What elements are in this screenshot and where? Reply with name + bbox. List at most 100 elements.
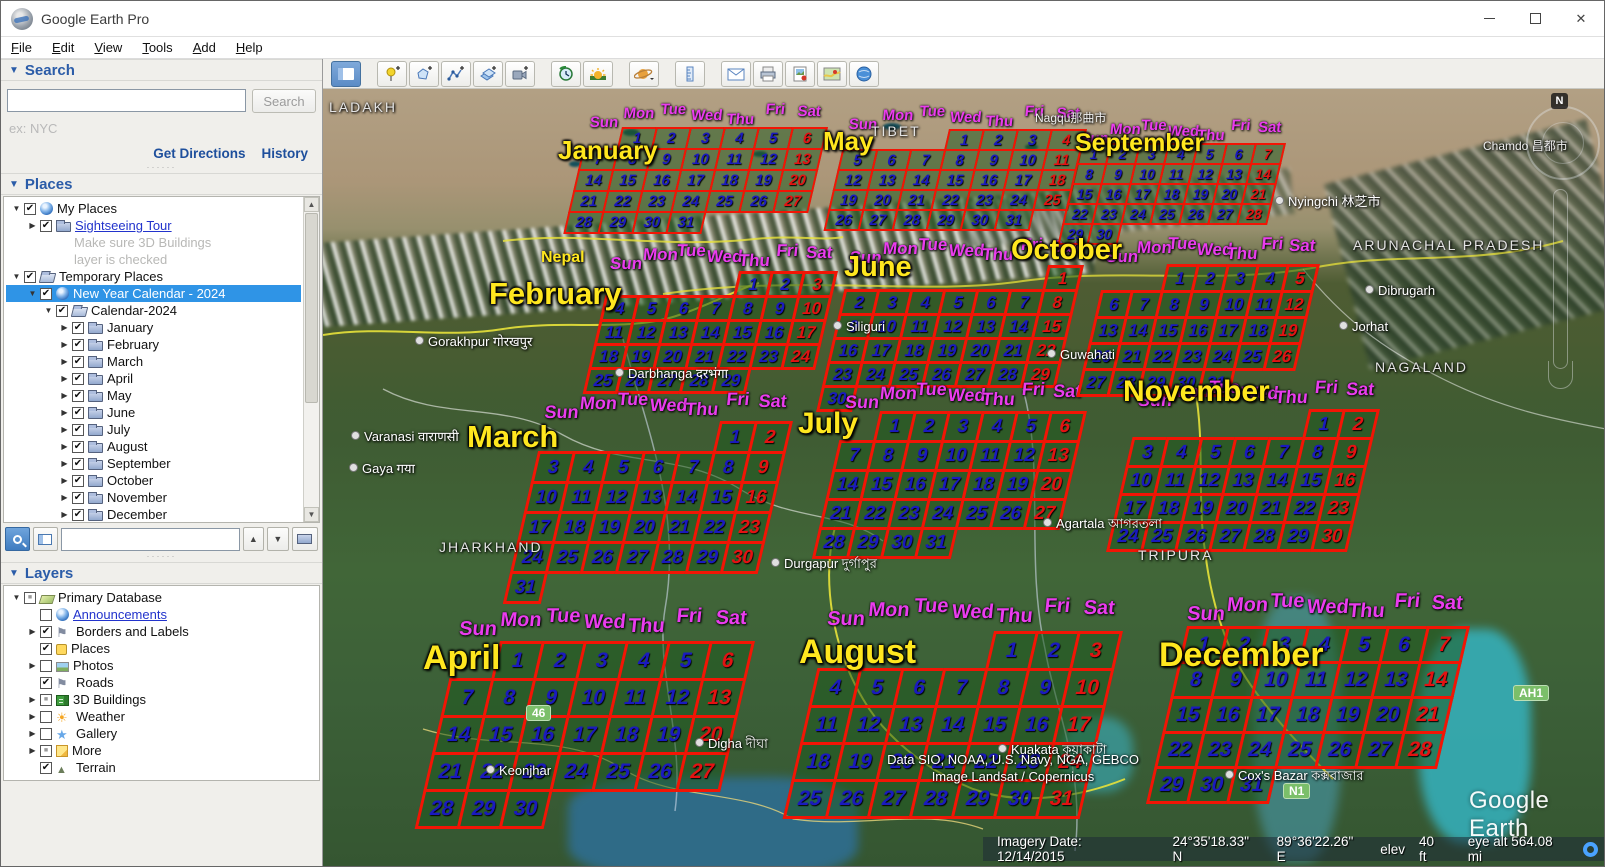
move-up-button[interactable]: ▲: [243, 527, 265, 551]
checkbox[interactable]: ✔: [72, 356, 84, 368]
expander-icon[interactable]: ▶: [26, 221, 39, 230]
history-link[interactable]: History: [261, 146, 308, 161]
checkbox[interactable]: ✔: [72, 373, 84, 385]
search-input[interactable]: [7, 89, 246, 112]
expander-icon[interactable]: ▶: [58, 459, 71, 468]
email-button[interactable]: [721, 61, 751, 87]
checkbox[interactable]: ■: [40, 745, 52, 757]
record-tour-button[interactable]: [505, 61, 535, 87]
expander-icon[interactable]: ▼: [42, 306, 55, 315]
checkbox[interactable]: [40, 728, 52, 740]
new-folder-button[interactable]: [292, 527, 318, 551]
tree-item-primary-database[interactable]: ▼■Primary Database: [6, 589, 317, 606]
tree-item-my-places[interactable]: ▼✔My Places: [6, 200, 301, 217]
north-indicator[interactable]: N: [1551, 93, 1568, 109]
expander-icon[interactable]: ▼: [26, 289, 39, 298]
tree-item-borders-and-labels[interactable]: ▶✔Borders and Labels: [6, 623, 317, 640]
add-path-button[interactable]: [441, 61, 471, 87]
expander-icon[interactable]: ▶: [26, 746, 39, 755]
menu-view[interactable]: View: [94, 40, 122, 55]
view-in-maps-button[interactable]: [817, 61, 847, 87]
checkbox[interactable]: ✔: [72, 441, 84, 453]
checkbox[interactable]: ✔: [72, 509, 84, 521]
map-viewport[interactable]: JanuarySunMonTueWedThuFriSat123456789101…: [323, 89, 1604, 866]
expander-icon[interactable]: ▶: [58, 408, 71, 417]
search-button[interactable]: Search: [252, 89, 316, 113]
places-panel-toggle-button[interactable]: [33, 527, 58, 551]
expander-icon[interactable]: ▶: [26, 627, 39, 636]
places-search-button[interactable]: [5, 527, 30, 551]
checkbox[interactable]: ✔: [72, 407, 84, 419]
expander-icon[interactable]: ▶: [26, 712, 39, 721]
expander-icon[interactable]: ▶: [26, 729, 39, 738]
zoom-slider[interactable]: [1553, 189, 1568, 369]
checkbox[interactable]: ■: [24, 592, 36, 604]
checkbox[interactable]: ✔: [40, 762, 52, 774]
layers-panel-header[interactable]: ▼ Layers: [1, 562, 322, 584]
sunlight-button[interactable]: [583, 61, 613, 87]
checkbox[interactable]: [40, 609, 52, 621]
expander-icon[interactable]: ▼: [10, 204, 23, 213]
scrollbar-thumb[interactable]: [305, 213, 318, 403]
places-panel-header[interactable]: ▼ Places: [1, 173, 322, 195]
checkbox[interactable]: ✔: [40, 220, 52, 232]
expander-icon[interactable]: ▶: [26, 695, 39, 704]
tree-item-gallery[interactable]: ▶Gallery: [6, 725, 317, 742]
checkbox[interactable]: ✔: [72, 322, 84, 334]
places-filter-input[interactable]: [61, 528, 240, 551]
save-image-button[interactable]: [785, 61, 815, 87]
historical-imagery-button[interactable]: [551, 61, 581, 87]
tree-item-weather[interactable]: ▶Weather: [6, 708, 317, 725]
tree-item-may[interactable]: ▶✔May: [6, 387, 301, 404]
expander-icon[interactable]: ▶: [58, 323, 71, 332]
print-button[interactable]: [753, 61, 783, 87]
menu-file[interactable]: File: [11, 40, 32, 55]
tree-item-december[interactable]: ▶✔December: [6, 506, 301, 523]
checkbox[interactable]: ✔: [56, 305, 68, 317]
move-down-button[interactable]: ▼: [267, 527, 289, 551]
places-scrollbar[interactable]: ▲ ▼: [303, 197, 319, 522]
expander-icon[interactable]: ▶: [58, 391, 71, 400]
tree-item-new-year-calendar-2024[interactable]: ▼✔New Year Calendar - 2024: [6, 285, 301, 302]
checkbox[interactable]: ✔: [40, 677, 52, 689]
tree-item-places[interactable]: ✔Places: [6, 640, 317, 657]
tree-item-terrain[interactable]: ✔Terrain: [6, 759, 317, 776]
menu-edit[interactable]: Edit: [52, 40, 74, 55]
tree-item-temporary-places[interactable]: ▼✔Temporary Places: [6, 268, 301, 285]
menu-help[interactable]: Help: [236, 40, 263, 55]
expander-icon[interactable]: ▶: [58, 493, 71, 502]
expander-icon[interactable]: ▶: [58, 340, 71, 349]
expander-icon[interactable]: ▶: [58, 442, 71, 451]
maximize-button[interactable]: [1512, 1, 1558, 36]
zoom-slider-handle[interactable]: [1548, 361, 1573, 389]
checkbox[interactable]: ■: [40, 694, 52, 706]
add-image-overlay-button[interactable]: [473, 61, 503, 87]
scroll-down-icon[interactable]: ▼: [304, 507, 319, 522]
panel-splitter[interactable]: ······: [1, 165, 322, 173]
panel-splitter[interactable]: ······: [1, 554, 322, 562]
tree-item-3d-buildings[interactable]: ▶■3D Buildings: [6, 691, 317, 708]
tree-item-sightseeing-tour[interactable]: ▶✔Sightseeing Tour: [6, 217, 301, 234]
tree-item-march[interactable]: ▶✔March: [6, 353, 301, 370]
close-button[interactable]: ✕: [1558, 1, 1604, 36]
checkbox[interactable]: ✔: [24, 203, 36, 215]
planets-button[interactable]: [629, 61, 659, 87]
checkbox[interactable]: [40, 660, 52, 672]
checkbox[interactable]: ✔: [72, 339, 84, 351]
sidebar-toggle-button[interactable]: [331, 61, 361, 87]
checkbox[interactable]: ✔: [72, 475, 84, 487]
minimize-button[interactable]: [1466, 1, 1512, 36]
tree-item-october[interactable]: ▶✔October: [6, 472, 301, 489]
checkbox[interactable]: ✔: [40, 643, 52, 655]
expander-icon[interactable]: ▼: [10, 272, 23, 281]
search-panel-header[interactable]: ▼ Search: [1, 59, 322, 81]
ruler-button[interactable]: [675, 61, 705, 87]
tree-item-february[interactable]: ▶✔February: [6, 336, 301, 353]
tree-item-june[interactable]: ▶✔June: [6, 404, 301, 421]
checkbox[interactable]: ✔: [24, 271, 36, 283]
scroll-up-icon[interactable]: ▲: [304, 197, 319, 212]
tree-item-april[interactable]: ▶✔April: [6, 370, 301, 387]
checkbox[interactable]: ✔: [72, 458, 84, 470]
tree-item-roads[interactable]: ✔Roads: [6, 674, 317, 691]
tree-item-more[interactable]: ▶■More: [6, 742, 317, 759]
